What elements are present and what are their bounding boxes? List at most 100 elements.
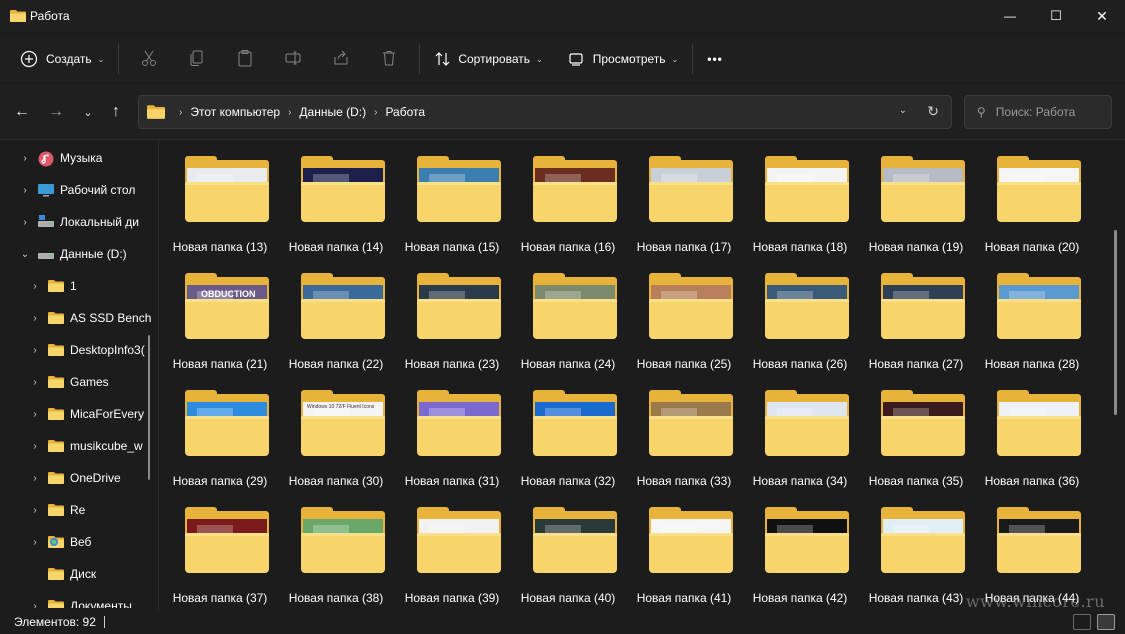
folder-tile[interactable]: Новая папка (23) [394,259,510,371]
folder-tile[interactable]: Новая папка (16) [510,142,626,254]
create-button[interactable]: Создать ⌄ [12,43,112,75]
maximize-button[interactable]: ☐ [1033,0,1079,32]
arrow-left-icon: ← [14,103,30,120]
folder-tile[interactable]: Новая папка (43) [858,493,974,605]
folder-tile[interactable]: Новая папка (15) [394,142,510,254]
folder-tile[interactable]: Новая папка (33) [626,376,742,488]
folder-tile[interactable]: Новая папка (13) [162,142,278,254]
sidebar-item[interactable]: › OneDrive [0,464,158,492]
chevron-right-icon[interactable]: › [18,185,32,196]
delete-button[interactable] [365,43,413,75]
folder-tile[interactable]: Новая папка (24) [510,259,626,371]
chevron-right-icon[interactable]: › [28,313,42,324]
close-button[interactable]: ✕ [1079,0,1125,32]
search-input[interactable]: ⚲ Поиск: Работа [964,95,1112,129]
sort-button[interactable]: Сортировать ⌄ [426,43,550,75]
folder-tile[interactable]: Новая папка (44) [974,493,1090,605]
folder-tile[interactable]: Новая папка (18) [742,142,858,254]
folder-icon [997,273,1081,339]
folder-tile[interactable]: Новая папка (35) [858,376,974,488]
folder-tile[interactable]: Новая папка (39) [394,493,510,605]
recent-locations-button[interactable]: ⌄ [76,100,100,124]
sidebar-item[interactable]: › MicaForEvery [0,400,158,428]
folder-tile[interactable]: Новая папка (29) [162,376,278,488]
chevron-right-icon[interactable]: › [28,473,42,484]
sidebar-item[interactable]: ⌄ Данные (D:) [0,240,158,268]
details-view-button[interactable] [1073,614,1091,630]
folder-tile[interactable]: Новая папка (38) [278,493,394,605]
arrow-up-icon: ↑ [112,103,120,120]
forward-button[interactable]: → [44,100,68,124]
folder-tile[interactable]: Новая папка (20) [974,142,1090,254]
chevron-right-icon[interactable]: › [28,345,42,356]
folder-tile[interactable]: Windows 10 72/F Fluent Icons Новая папка … [278,376,394,488]
address-bar[interactable]: › Этот компьютер › Данные (D:) › Работа … [138,95,952,129]
sidebar-item[interactable]: › Рабочий стол [0,176,158,204]
folder-tile[interactable]: Новая папка (27) [858,259,974,371]
folder-tile[interactable]: Новая папка (42) [742,493,858,605]
share-button[interactable] [317,43,365,75]
pane-divider[interactable] [158,140,159,610]
folder-tile[interactable]: Новая папка (22) [278,259,394,371]
sidebar-item[interactable]: › musikcube_w [0,432,158,460]
folder-icon [301,507,385,573]
folder-tile[interactable]: Новая папка (28) [974,259,1090,371]
chevron-right-icon[interactable]: › [28,409,42,420]
sidebar-item[interactable]: › Games [0,368,158,396]
plus-circle-icon [20,50,38,68]
folder-tile[interactable]: OBDUCTION Новая папка (21) [162,259,278,371]
sidebar-item[interactable]: › Re [0,496,158,524]
folder-label: Новая папка (17) [636,240,732,254]
paste-button[interactable] [221,43,269,75]
breadcrumb-current-folder[interactable]: Работа [385,105,425,119]
sidebar-item[interactable]: › Веб [0,528,158,556]
refresh-icon[interactable]: ↻ [927,103,939,120]
sidebar-item-label: Диск [70,567,97,581]
folder-tile[interactable]: Новая папка (19) [858,142,974,254]
share-icon [332,49,350,70]
chevron-right-icon[interactable]: › [28,377,42,388]
sidebar-item[interactable]: › 1 [0,272,158,300]
view-button[interactable]: Просмотреть ⌄ [559,43,687,75]
folder-tile[interactable]: Новая папка (37) [162,493,278,605]
folder-tile[interactable]: Новая папка (40) [510,493,626,605]
rename-button[interactable] [269,43,317,75]
breadcrumb-drive-d[interactable]: Данные (D:) [299,105,366,119]
chevron-right-icon[interactable]: › [28,505,42,516]
back-button[interactable]: ← [10,100,34,124]
folder-icon [48,311,64,325]
more-button[interactable]: ••• [699,43,731,75]
chevron-right-icon[interactable]: › [18,153,32,164]
address-history-chevron-icon[interactable]: ⌄ [899,105,907,116]
chevron-down-icon[interactable]: ⌄ [18,249,32,260]
tiles-view-button[interactable] [1097,614,1115,630]
chevron-right-icon[interactable]: › [18,217,32,228]
sidebar-item[interactable]: › DesktopInfo3( [0,336,158,364]
sidebar-item[interactable]: › Локальный ди [0,208,158,236]
chevron-right-icon[interactable]: › [28,281,42,292]
sidebar-item[interactable]: › Музыка [0,144,158,172]
up-button[interactable]: ↑ [104,100,128,124]
folder-tile[interactable]: Новая папка (41) [626,493,742,605]
sidebar-item[interactable]: Диск [0,560,158,588]
breadcrumb-this-pc[interactable]: Этот компьютер [190,105,280,119]
sidebar-item[interactable]: › AS SSD Bench [0,304,158,332]
chevron-right-icon[interactable]: › [28,537,42,548]
thumbnail-text: OBDUCTION [201,289,256,299]
folder-tile[interactable]: Новая папка (31) [394,376,510,488]
sidebar-item[interactable]: › Документы [0,592,158,608]
folder-tile[interactable]: Новая папка (26) [742,259,858,371]
folder-tile[interactable]: Новая папка (36) [974,376,1090,488]
chevron-right-icon[interactable]: › [28,601,42,609]
folder-tile[interactable]: Новая папка (25) [626,259,742,371]
folder-tile[interactable]: Новая папка (14) [278,142,394,254]
chevron-right-icon[interactable]: › [28,441,42,452]
copy-button[interactable] [173,43,221,75]
cut-button[interactable] [125,43,173,75]
content-scrollbar[interactable] [1114,230,1117,415]
sidebar-scrollbar[interactable] [148,335,150,480]
folder-tile[interactable]: Новая папка (32) [510,376,626,488]
minimize-button[interactable]: — [987,0,1033,32]
folder-tile[interactable]: Новая папка (34) [742,376,858,488]
folder-tile[interactable]: Новая папка (17) [626,142,742,254]
